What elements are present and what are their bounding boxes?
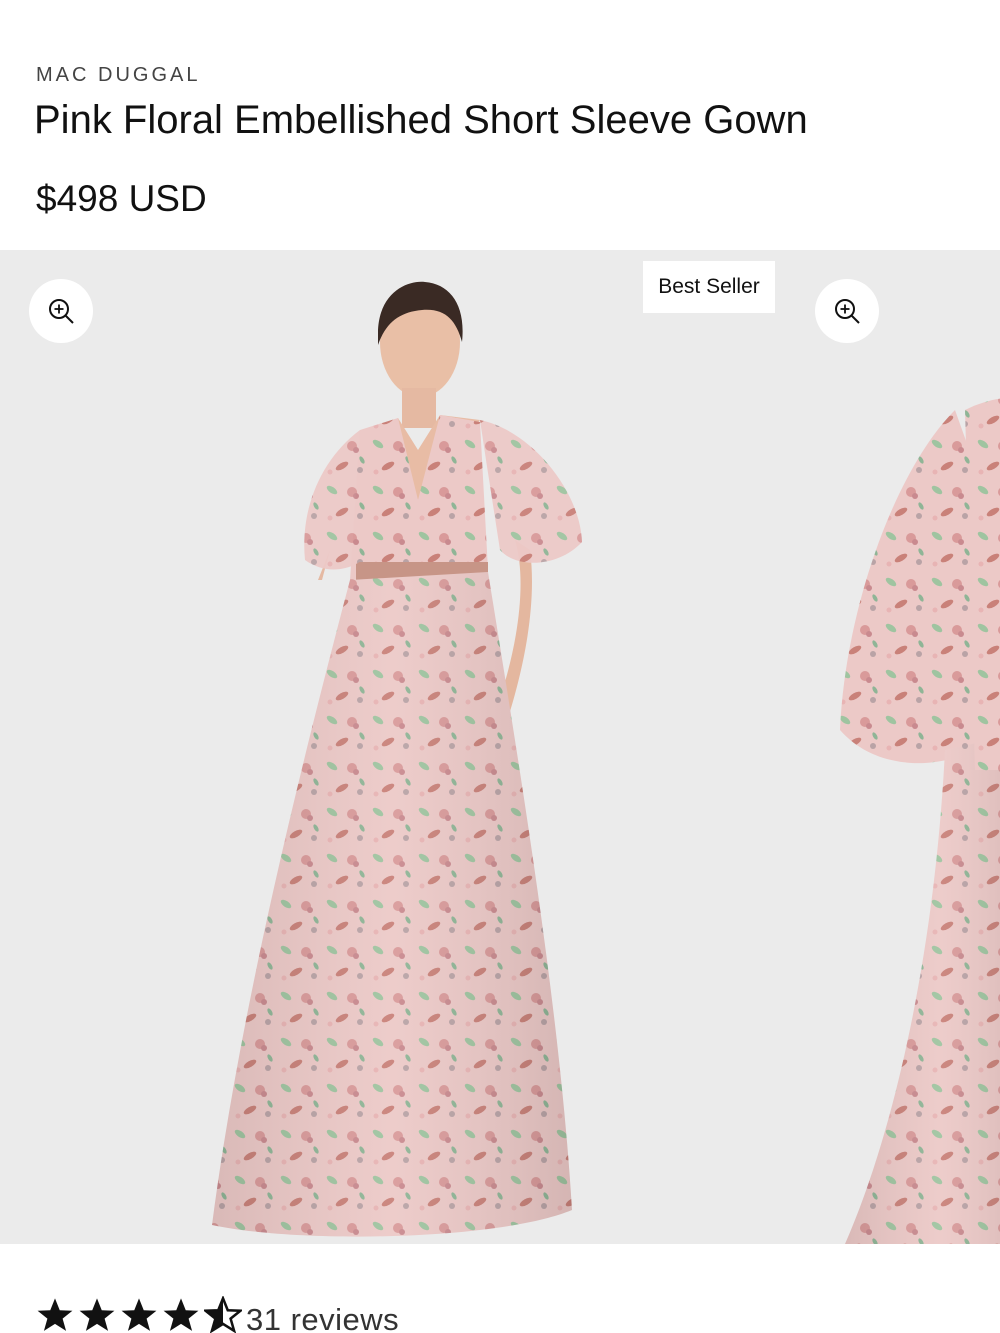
zoom-in-icon	[49, 299, 74, 324]
product-image-next[interactable]	[835, 250, 1000, 1244]
star-rating	[36, 1296, 242, 1333]
star-half-icon	[204, 1296, 242, 1333]
product-image-main[interactable]	[0, 250, 835, 1244]
zoom-button-next[interactable]	[815, 279, 879, 343]
star-full-icon	[121, 1298, 157, 1331]
review-count-link[interactable]: 31 reviews	[246, 1302, 399, 1333]
star-full-icon	[37, 1298, 73, 1331]
star-full-icon	[163, 1298, 199, 1331]
star-full-icon	[79, 1298, 115, 1331]
zoom-in-icon	[835, 299, 860, 324]
reviews-summary[interactable]: 31 reviews	[0, 1244, 1000, 1333]
product-price: $498 USD	[36, 178, 207, 219]
product-header: MAC DUGGAL Pink Floral Embellished Short…	[0, 0, 1000, 250]
best-seller-badge: Best Seller	[643, 261, 775, 313]
product-title: Pink Floral Embellished Short Sleeve Gow…	[34, 98, 808, 142]
brand-name[interactable]: MAC DUGGAL	[36, 64, 200, 87]
zoom-button[interactable]	[29, 279, 93, 343]
product-image-gallery[interactable]: Best Seller	[0, 250, 1000, 1244]
